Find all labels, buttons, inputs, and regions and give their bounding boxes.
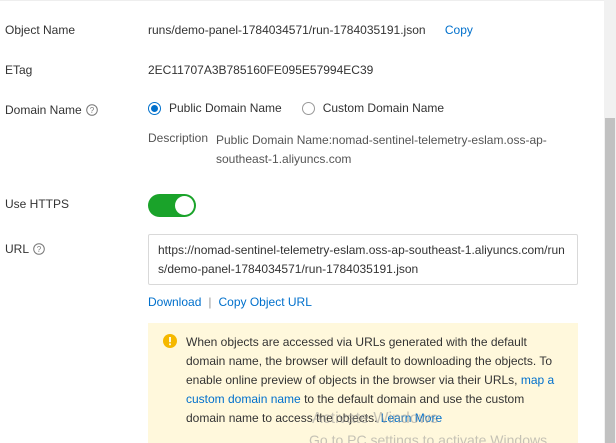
learn-more-link[interactable]: Learn More — [381, 411, 442, 425]
domain-name-radio-group: Public Domain Name Custom Domain Name — [148, 101, 464, 115]
scrollbar-thumb[interactable] — [605, 118, 615, 443]
copy-object-url-link[interactable]: Copy Object URL — [219, 295, 312, 309]
radio-unchecked-indicator[interactable] — [301, 101, 315, 115]
etag-value: 2EC11707A3B785160FE095E57994EC39 — [148, 63, 374, 77]
notice-box: When objects are accessed via URLs gener… — [148, 323, 578, 443]
radio-public-domain-name[interactable]: Public Domain Name — [148, 101, 282, 115]
description-text: Public Domain Name:nomad-sentinel-teleme… — [216, 133, 547, 166]
object-name-value: runs/demo-panel-1784034571/run-178403519… — [148, 23, 473, 37]
copy-link[interactable]: Copy — [445, 23, 473, 37]
description-label: Description — [148, 131, 209, 145]
radio-custom-label: Custom Domain Name — [322, 101, 445, 115]
download-link[interactable]: Download — [148, 295, 201, 309]
link-separator: | — [208, 295, 212, 309]
help-icon[interactable]: ? — [85, 104, 98, 116]
domain-name-label: Domain Name ? — [5, 103, 98, 117]
radio-checked-indicator[interactable] — [148, 101, 161, 115]
object-details-panel: Object Name runs/demo-panel-1784034571/r… — [0, 0, 616, 443]
object-name-text: runs/demo-panel-1784034571/run-178403519… — [148, 23, 426, 37]
radio-public-label: Public Domain Name — [169, 101, 282, 115]
url-label: URL ? — [5, 242, 45, 256]
svg-text:?: ? — [37, 245, 42, 254]
object-name-label: Object Name — [5, 23, 76, 37]
use-https-toggle[interactable] — [148, 194, 196, 217]
warning-icon — [163, 334, 177, 348]
use-https-label: Use HTTPS — [5, 197, 70, 211]
etag-label: ETag — [5, 63, 33, 77]
toggle-knob — [175, 196, 194, 215]
top-divider — [0, 0, 604, 1]
radio-custom-domain-name[interactable]: Custom Domain Name — [301, 101, 445, 115]
url-textbox[interactable]: https://nomad-sentinel-telemetry-eslam.o… — [148, 234, 578, 285]
help-icon[interactable]: ? — [33, 243, 45, 255]
svg-text:?: ? — [89, 106, 94, 115]
notice-text-before: When objects are accessed via URLs gener… — [186, 335, 552, 387]
url-actions: Download | Copy Object URL — [148, 295, 312, 309]
